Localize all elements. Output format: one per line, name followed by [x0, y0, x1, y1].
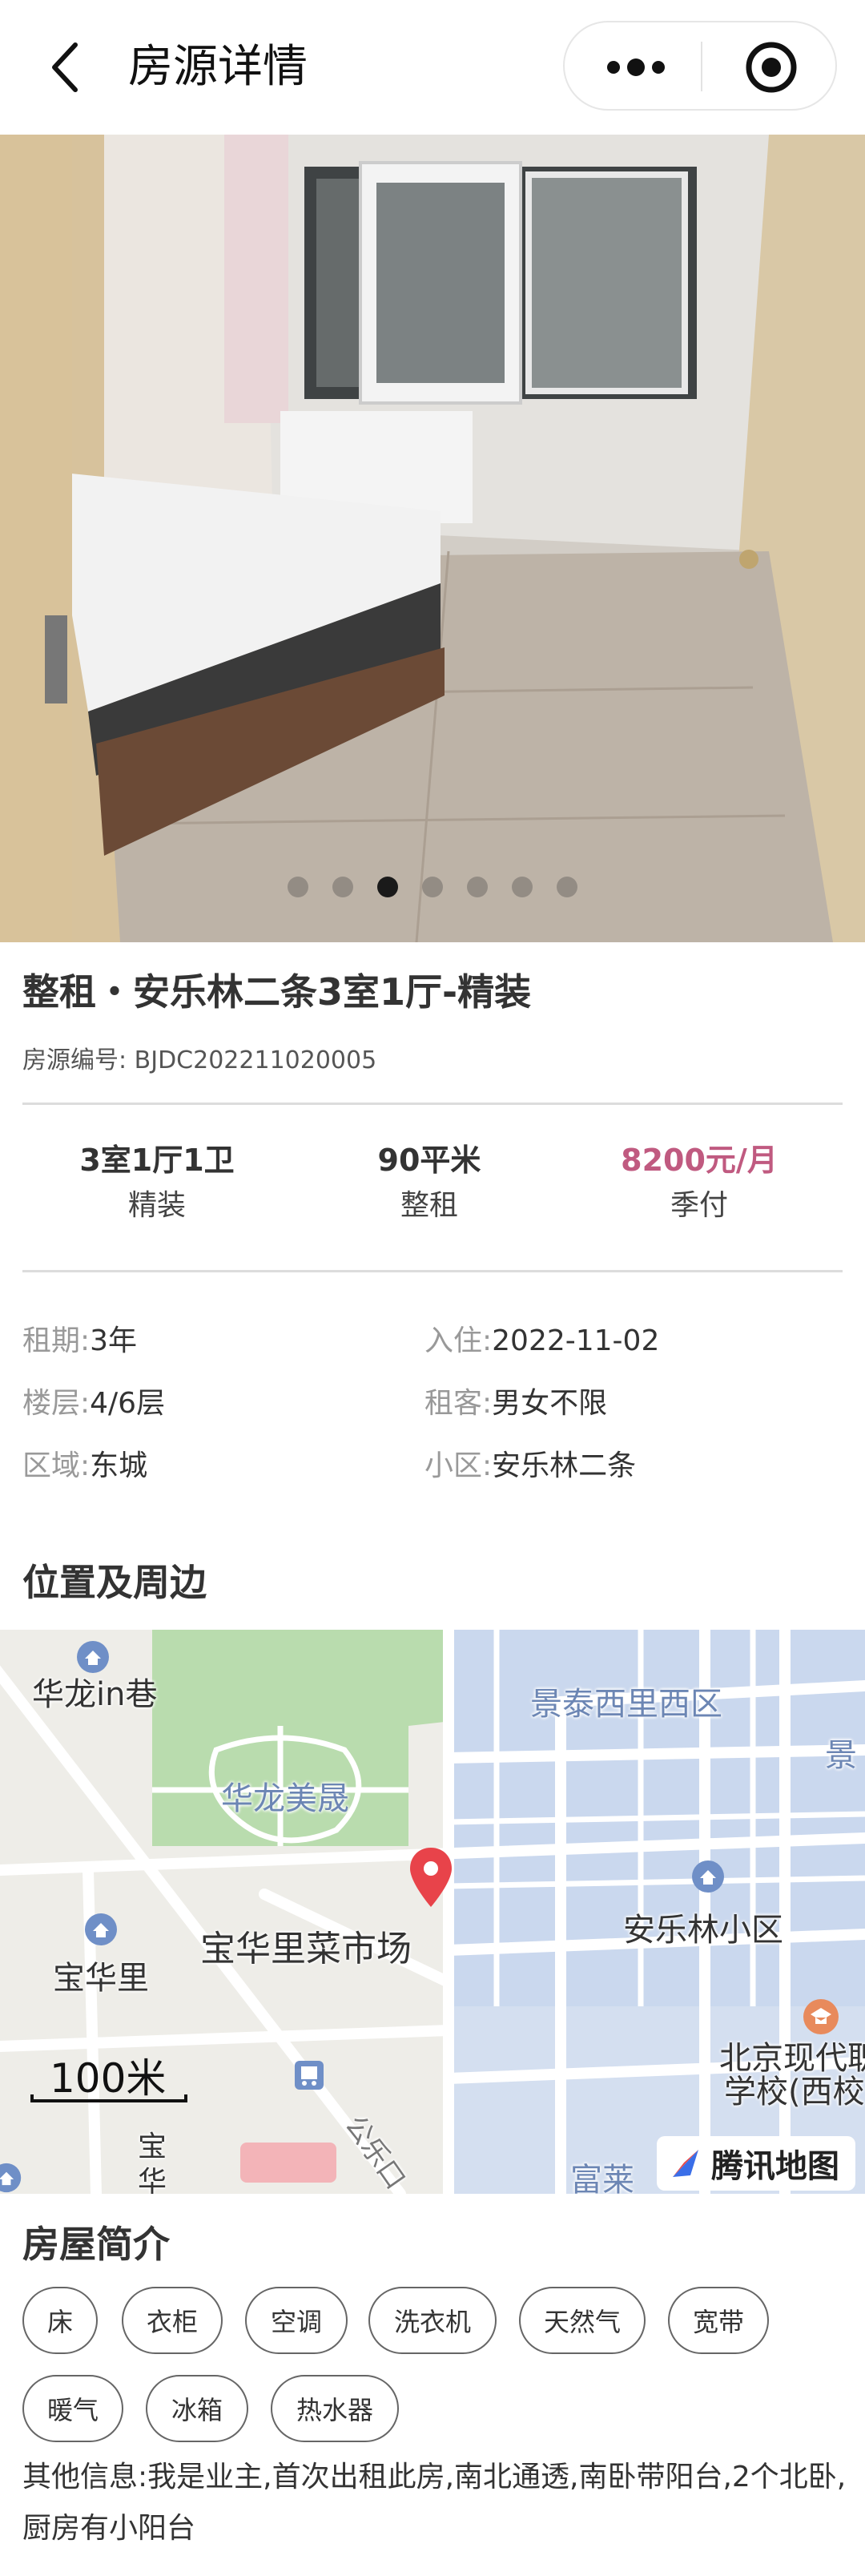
amenity-tag[interactable]: 天然气	[519, 2287, 646, 2354]
detail-value: 4/6层	[90, 1387, 166, 1420]
detail-value: 安乐林二条	[492, 1449, 637, 1482]
listing-code-label: 房源编号:	[22, 1046, 127, 1074]
tencent-map-icon	[673, 2150, 698, 2177]
school-icon	[803, 1999, 839, 2034]
poi-pin-icon	[85, 1913, 117, 1945]
map-label-text: 学校(西校	[724, 2074, 865, 2110]
amenity-tag[interactable]: 冰箱	[146, 2375, 248, 2442]
tencent-map-logo: 腾讯地图	[657, 2136, 855, 2191]
detail-value: 男女不限	[492, 1387, 608, 1420]
location-map[interactable]: 华龙in巷 景泰西里西区 景 华龙美晟 宝华里菜市场 安乐林小区 宝华里 北京现…	[0, 1630, 865, 2194]
stat-price-sub: 季付	[670, 1189, 728, 1222]
tencent-map-text: 腾讯地图	[711, 2148, 839, 2185]
map-label-text: 宝华里	[53, 1960, 149, 1997]
listing-code: 房源编号: BJDC202211020005	[22, 1042, 376, 1080]
gallery-indicator	[0, 877, 865, 897]
stat-layout-sub: 精装	[127, 1189, 186, 1222]
detail-community: 小区:安乐林二条	[424, 1444, 636, 1489]
more-button[interactable]	[584, 35, 688, 99]
amenity-tag[interactable]: 空调	[245, 2287, 348, 2354]
detail-lease-term: 租期:3年	[22, 1319, 137, 1364]
poi-jingtai: 景泰西里西区	[530, 1678, 722, 1724]
map-label-text: 华龙美晟	[221, 1780, 349, 1817]
stat-area-value: 90平米	[377, 1143, 481, 1178]
chevron-left-icon	[52, 42, 78, 92]
divider	[22, 1270, 843, 1272]
amenity-tag[interactable]: 热水器	[271, 2375, 399, 2442]
other-info-text: 其他信息:我是业主,首次出租此房,南北通透,南卧带阳台,2个北卧,厨房有小阳台	[22, 2461, 847, 2545]
detail-value: 3年	[90, 1324, 138, 1357]
stat-price: 8200元/月 季付	[555, 1138, 843, 1229]
poi-baohuali-market: 宝华里菜市场	[200, 1920, 412, 1971]
poi-pin-icon	[77, 1641, 109, 1673]
poi-hualong-in-xiang: 华龙in巷	[32, 1641, 158, 1715]
gallery-dot[interactable]	[467, 877, 488, 897]
back-button[interactable]	[32, 34, 96, 101]
map-scale-bar	[30, 2094, 187, 2102]
map-label-text: 景泰西里西区	[530, 1686, 722, 1723]
location-pin-icon	[410, 1848, 452, 1907]
amenity-tag[interactable]: 暖气	[22, 2375, 123, 2442]
map-label-text: 富莱	[570, 2162, 634, 2194]
stat-area: 90平米 整租	[285, 1138, 573, 1229]
target-circle-icon	[746, 42, 797, 93]
stat-price-value: 8200元/月	[621, 1143, 778, 1178]
detail-label: 楼层:	[22, 1387, 91, 1420]
mini-program-capsule	[563, 21, 837, 111]
gallery-dot[interactable]	[422, 877, 443, 897]
bedroom-photo-image	[0, 135, 865, 942]
gallery-dot[interactable]	[557, 877, 577, 897]
listing-title: 整租・安乐林二条3室1厅-精装	[22, 970, 532, 1014]
detail-district: 区域:东城	[22, 1444, 147, 1489]
amenity-tag[interactable]: 洗衣机	[368, 2287, 497, 2354]
gallery-dot[interactable]	[512, 877, 533, 897]
detail-tenant: 租客:男女不限	[424, 1381, 607, 1426]
bus-stop-icon	[295, 2061, 324, 2090]
poi-pin-icon	[0, 2163, 22, 2193]
capsule-divider	[701, 42, 702, 91]
detail-label: 租期:	[22, 1324, 91, 1357]
poi-hua-edge: 华	[138, 2159, 167, 2194]
listing-code-value: BJDC202211020005	[134, 1046, 377, 1074]
gallery-dot[interactable]	[332, 877, 353, 897]
house-photo[interactable]	[0, 135, 865, 942]
amenity-tag[interactable]: 床	[22, 2287, 98, 2354]
page-title: 房源详情	[128, 41, 308, 93]
gallery-dot-active[interactable]	[377, 877, 398, 897]
poi-fulai: 富莱	[570, 2154, 634, 2194]
amenity-tag[interactable]: 衣柜	[122, 2287, 223, 2354]
nav-bar: 房源详情	[0, 0, 865, 135]
close-mini-program-button[interactable]	[723, 35, 819, 99]
detail-move-in: 入住:2022-11-02	[424, 1319, 659, 1364]
map-label-text: 华	[138, 2166, 167, 2194]
divider	[22, 1103, 843, 1105]
map-label-text: 华龙in巷	[32, 1676, 158, 1713]
gallery-dot[interactable]	[288, 877, 308, 897]
detail-label: 租客:	[424, 1387, 493, 1420]
more-dots-icon	[607, 58, 665, 76]
poi-pin-icon	[692, 1860, 724, 1893]
detail-label: 区域:	[22, 1449, 91, 1482]
map-label-text: 安乐林小区	[623, 1912, 783, 1949]
detail-label: 小区:	[424, 1449, 493, 1482]
map-label-text: 景	[825, 1737, 857, 1774]
detail-label: 入住:	[424, 1324, 493, 1357]
stat-area-sub: 整租	[400, 1189, 458, 1222]
poi-hualong-meisheng: 华龙美晟	[221, 1772, 349, 1819]
poi-jing-edge: 景	[825, 1729, 857, 1776]
detail-value: 东城	[90, 1449, 148, 1482]
poi-baohuali: 宝华里	[53, 1913, 149, 1998]
poi-xuexiao: 学校(西校	[724, 2066, 865, 2112]
location-section-title: 位置及周边	[22, 1561, 207, 1604]
poi-anlelin: 安乐林小区	[623, 1860, 783, 1950]
detail-floor: 楼层:4/6层	[22, 1381, 165, 1426]
detail-value: 2022-11-02	[492, 1324, 660, 1357]
map-label-text: 宝华里菜市场	[200, 1929, 412, 1969]
stat-layout: 3室1厅1卫 精装	[13, 1138, 301, 1229]
amenities-section-title: 房屋简介	[22, 2223, 170, 2266]
amenity-tag[interactable]: 宽带	[668, 2287, 769, 2354]
stat-layout-value: 3室1厅1卫	[79, 1143, 235, 1178]
